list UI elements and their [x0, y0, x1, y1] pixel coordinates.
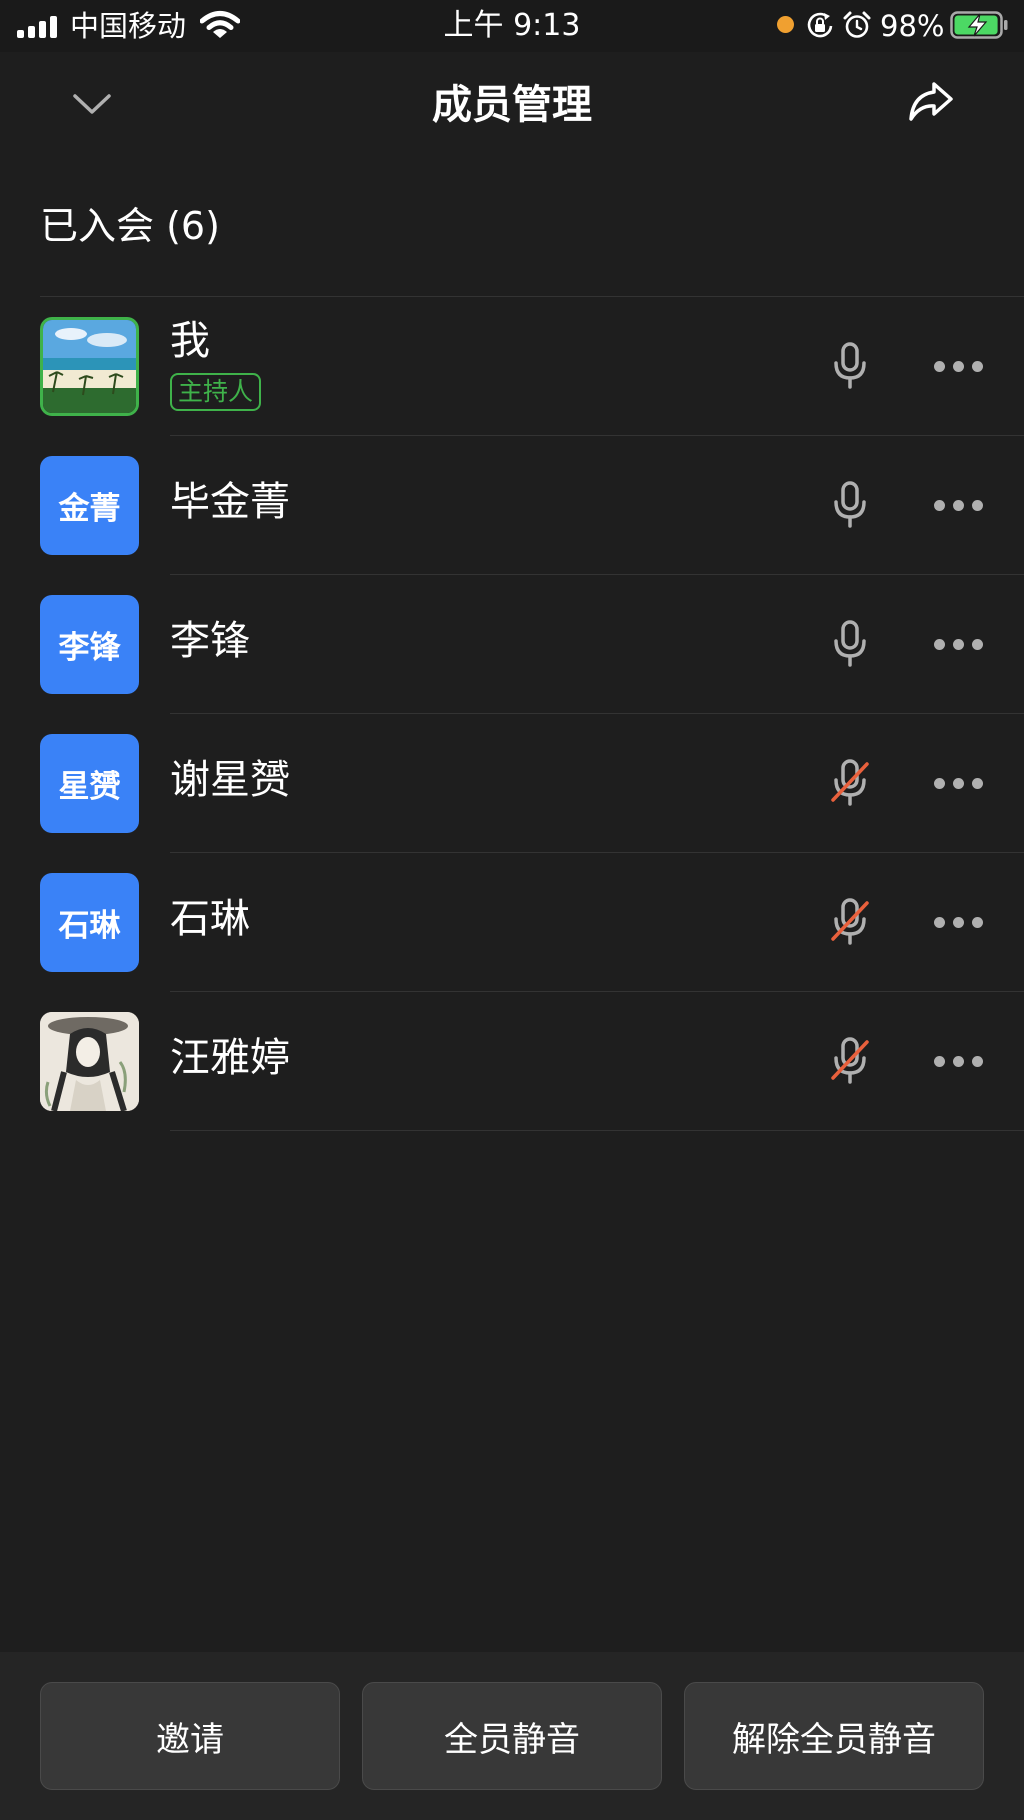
more-options-icon[interactable]: [934, 356, 984, 376]
member-row[interactable]: 石琳 石琳: [0, 853, 1024, 992]
member-name: 毕金菁: [170, 479, 290, 525]
member-name: 我: [170, 318, 210, 364]
more-options-icon[interactable]: [934, 773, 984, 793]
microphone-muted-icon[interactable]: [830, 897, 870, 947]
more-options-icon[interactable]: [934, 1051, 984, 1071]
member-name: 汪雅婷: [170, 1035, 290, 1081]
rotation-lock-icon: [807, 12, 833, 38]
unmute-all-button[interactable]: 解除全员静音: [684, 1682, 984, 1790]
invite-button[interactable]: 邀请: [40, 1682, 340, 1790]
avatar: [40, 317, 139, 416]
battery-charging-icon: [950, 11, 1008, 39]
avatar: [40, 1012, 139, 1111]
alarm-icon: [843, 11, 871, 38]
member-name: 石琳: [170, 896, 250, 942]
host-badge: 主持人: [170, 373, 262, 411]
microphone-icon[interactable]: [830, 619, 870, 669]
recording-indicator-icon: [777, 16, 794, 33]
member-name: 李锋: [170, 618, 250, 664]
more-options-icon[interactable]: [934, 495, 984, 515]
navigation-bar: 成员管理: [0, 52, 1024, 152]
page-title: 成员管理: [432, 82, 592, 128]
microphone-muted-icon[interactable]: [830, 758, 870, 808]
member-row[interactable]: 金菁 毕金菁: [0, 436, 1024, 575]
share-icon[interactable]: [906, 78, 956, 124]
joined-count-heading: 已入会 (6): [40, 204, 220, 248]
avatar: 金菁: [40, 456, 139, 555]
member-name: 谢星赟: [170, 757, 290, 803]
microphone-icon[interactable]: [830, 341, 870, 391]
member-row[interactable]: 汪雅婷: [0, 992, 1024, 1131]
divider: [170, 1130, 1024, 1131]
avatar: 石琳: [40, 873, 139, 972]
member-list: 我 主持人 金菁 毕金菁 李锋 李锋 星赟 谢星赟 石琳 石琳 汪雅婷: [0, 297, 1024, 1131]
microphone-icon[interactable]: [830, 480, 870, 530]
member-row[interactable]: 星赟 谢星赟: [0, 714, 1024, 853]
mute-all-button[interactable]: 全员静音: [362, 1682, 662, 1790]
bottom-action-bar: 邀请 全员静音 解除全员静音: [0, 1652, 1024, 1820]
avatar: 李锋: [40, 595, 139, 694]
member-row[interactable]: 李锋 李锋: [0, 575, 1024, 714]
avatar: 星赟: [40, 734, 139, 833]
member-row[interactable]: 我 主持人: [0, 297, 1024, 436]
beach-photo-icon: [43, 320, 136, 413]
more-options-icon[interactable]: [934, 634, 984, 654]
status-bar: 中国移动 上午 9:13 98%: [0, 0, 1024, 52]
battery-percent: 98%: [880, 9, 945, 43]
illustrated-portrait-icon: [40, 1012, 139, 1111]
microphone-muted-icon[interactable]: [830, 1036, 870, 1086]
more-options-icon[interactable]: [934, 912, 984, 932]
